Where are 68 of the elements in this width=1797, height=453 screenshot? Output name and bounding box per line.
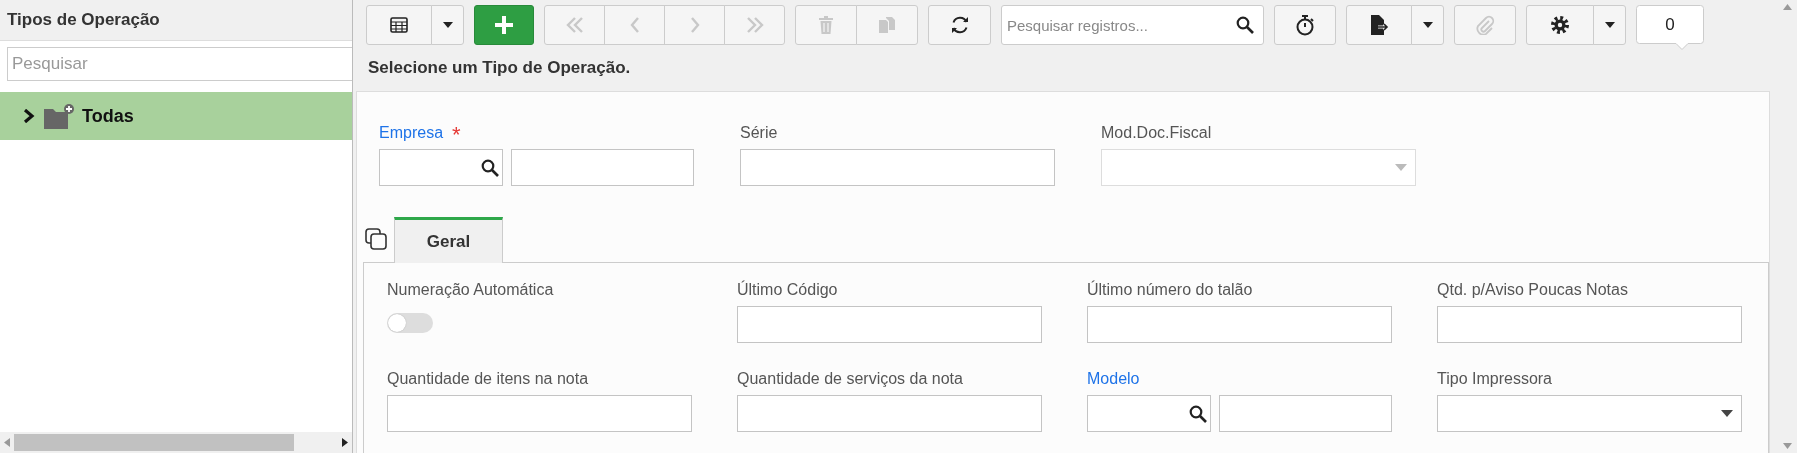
search-icon: [481, 158, 499, 177]
documents-icon: [878, 17, 896, 33]
scroll-up-icon: [1782, 4, 1792, 10]
stopwatch-icon: [1295, 14, 1315, 36]
add-button[interactable]: [474, 5, 534, 45]
double-chevron-right-icon: [745, 17, 764, 33]
field-label: Quantidade de serviços da nota: [737, 370, 963, 388]
folder-plus-icon: [44, 103, 74, 129]
field-label: Último Código: [737, 281, 838, 299]
plus-icon: [494, 15, 514, 35]
search-field[interactable]: Pesquisar registros...: [1001, 5, 1264, 45]
text-field[interactable]: [740, 149, 1055, 186]
refresh-icon: [949, 15, 970, 35]
settings-button[interactable]: [1526, 5, 1594, 45]
caret-icon: [1721, 410, 1733, 417]
chevron-left-icon: [629, 17, 640, 33]
toggle-switch[interactable]: [387, 313, 433, 333]
table-icon: [390, 17, 408, 33]
text-field[interactable]: [737, 306, 1042, 343]
scroll-right-icon: [342, 438, 348, 447]
caret-icon: [1604, 22, 1615, 28]
chevron-right-icon: [22, 109, 36, 123]
select-field[interactable]: [1437, 395, 1742, 432]
search-field[interactable]: Pesquisar: [7, 47, 352, 81]
text-field[interactable]: [1087, 306, 1392, 343]
lookup-field[interactable]: [379, 149, 503, 186]
lookup-field[interactable]: [1087, 395, 1211, 432]
field-label: Numeração Automática: [387, 281, 554, 299]
gear-icon: [1550, 15, 1570, 35]
text-field[interactable]: [737, 395, 1042, 432]
grid-view-button[interactable]: [366, 5, 432, 45]
text-field[interactable]: [1437, 306, 1742, 343]
search-icon: [1236, 16, 1254, 34]
horizontal-scrollbar[interactable]: [0, 432, 352, 453]
file-export-icon: [1369, 15, 1389, 35]
caret-icon: [1395, 164, 1407, 171]
double-chevron-left-icon: [565, 17, 584, 33]
field-label: Empresa: [379, 124, 444, 142]
record-count: 0: [1636, 5, 1704, 51]
required-mark: *: [452, 124, 461, 142]
dropdown-button[interactable]: [1593, 5, 1626, 45]
caret-icon: [442, 22, 453, 28]
refresh-button[interactable]: [928, 5, 991, 45]
dropdown-button[interactable]: [1411, 5, 1444, 45]
paperclip-icon: [1475, 15, 1495, 35]
vertical-scrollbar[interactable]: [1782, 4, 1792, 449]
trash-icon: [819, 16, 833, 34]
text-field[interactable]: [387, 395, 692, 432]
field-label: Série: [740, 124, 778, 142]
field-label: Quantidade de itens na nota: [387, 370, 589, 388]
field-label: Tipo Impressora: [1437, 370, 1552, 388]
search-icon: [1189, 404, 1207, 423]
copy-icon: [365, 228, 387, 250]
tab[interactable]: Geral: [394, 217, 503, 263]
chevron-right-icon: [689, 17, 700, 33]
export-button[interactable]: [1346, 5, 1412, 45]
timer-button[interactable]: [1274, 5, 1336, 45]
field-label: Último número do talão: [1087, 281, 1253, 299]
field-label: Mod.Doc.Fiscal: [1101, 124, 1212, 142]
dropdown-button[interactable]: [431, 5, 464, 45]
field-label: Qtd. p/Aviso Poucas Notas: [1437, 281, 1628, 299]
caret-icon: [1422, 22, 1433, 28]
tree-item[interactable]: Todas: [0, 92, 352, 140]
panel-title: Tipos de Operação: [0, 0, 352, 41]
page-heading: Selecione um Tipo de Operação.: [367, 57, 632, 79]
scroll-down-icon: [1782, 443, 1792, 449]
scroll-left-icon: [4, 438, 10, 447]
field-label: Modelo: [1087, 370, 1140, 388]
